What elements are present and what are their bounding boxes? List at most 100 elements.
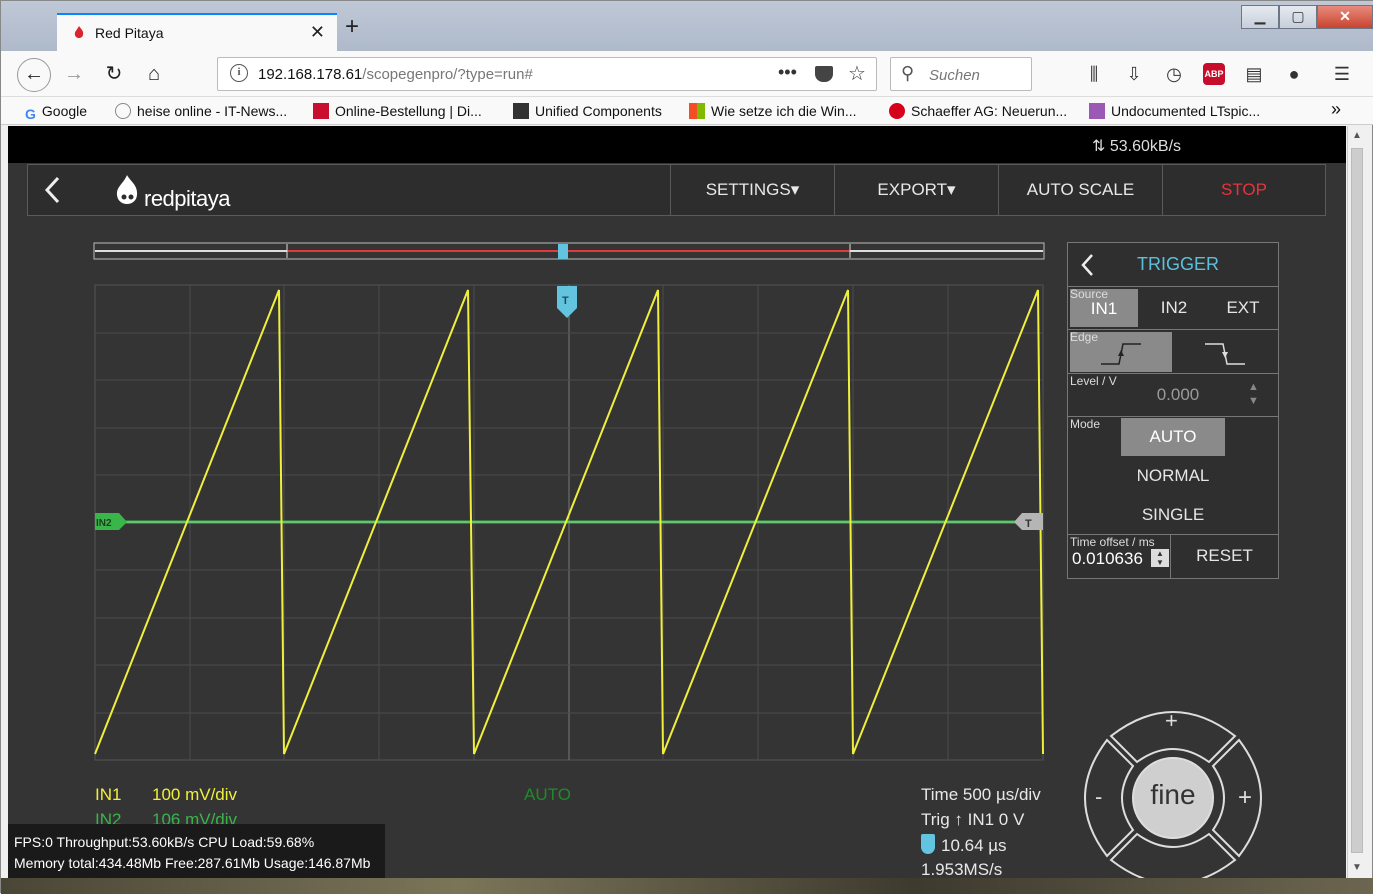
svg-text:IN2: IN2 [96,518,112,529]
tab-close-icon[interactable]: ✕ [310,22,325,43]
search-icon: ⚲ [901,63,915,83]
trigger-info: Trig ↑ IN1 0 V [921,810,1025,829]
trigger-back-icon[interactable] [1080,253,1096,277]
downloads-icon[interactable]: ⇩ [1123,63,1145,85]
bookmarks-overflow-icon[interactable]: » [1331,99,1341,120]
scrollbar-thumb[interactable] [1351,148,1363,853]
trigger-mode-row: Mode AUTO NORMAL SINGLE [1068,417,1278,535]
page-scrollbar[interactable]: ▲ ▼ [1347,126,1365,878]
time-offset-spinner-icon[interactable]: ▲ ▼ [1151,549,1169,567]
tab-bar: Red Pitaya ✕ + ▁ ▢ ✕ [1,1,1373,51]
joystick-up-icon: + [1165,708,1178,733]
edge-falling-button[interactable] [1174,332,1276,372]
adblock-icon[interactable]: ABP [1203,63,1225,85]
time-scale: Time 500 µs/div [921,785,1041,804]
home-icon[interactable]: ⌂ [139,60,169,90]
red-pitaya-page: ⇅ 53.60kB/s redpitaya SETTINGS▾ EXPORT▾ … [8,126,1346,878]
level-spinner-icon[interactable]: ▲ ▼ [1248,380,1259,408]
trigger-source-row: IN1 Source IN2 EXT [1068,287,1278,330]
maximize-icon[interactable]: ▢ [1279,5,1317,29]
page-actions-icon[interactable]: ••• [778,62,797,83]
joystick-right-button[interactable] [1211,738,1262,858]
trigger-time: 10.64 µs [921,834,1007,856]
bookmark-star-icon[interactable]: ☆ [848,61,866,86]
browser-window: Red Pitaya ✕ + ▁ ▢ ✕ ← → ↻ ⌂ i 192.168.1… [0,0,1373,894]
stats-line-2: Memory total:434.48Mb Free:287.61Mb Usag… [14,855,371,871]
joystick-left-button[interactable] [1084,738,1135,858]
site-info-icon[interactable]: i [230,64,248,82]
time-offset-input[interactable]: 0.010636 [1072,549,1143,569]
desktop-background-strip [1,878,1373,894]
reader-icon[interactable]: ▤ [1243,63,1265,85]
extension-icon[interactable]: ● [1283,63,1305,85]
bookmark-unified-components[interactable]: Unified Components [513,103,662,119]
level-input[interactable]: 0.000 [1128,385,1228,405]
forward-icon[interactable]: → [59,60,89,90]
bookmark-online-bestellung[interactable]: Online-Bestellung | Di... [313,103,482,119]
joystick-left-icon: - [1095,784,1103,809]
performance-stats: FPS:0 Throughput:53.60kB/s CPU Load:59.6… [8,824,385,878]
rising-edge-icon [1101,343,1141,365]
bookmark-windows[interactable]: Wie setze ich die Win... [689,103,857,119]
pocket-icon[interactable] [815,66,833,82]
mode-normal-button[interactable]: NORMAL [1121,457,1225,495]
edge-label: Edge [1070,330,1099,344]
minimize-icon[interactable]: ▁ [1241,5,1279,29]
in1-scale: 100 mV/div [152,785,238,804]
in1-label: IN1 [95,785,122,804]
tab-title: Red Pitaya [95,25,164,41]
new-tab-icon[interactable]: + [345,15,359,39]
source-ext-button[interactable]: EXT [1210,289,1276,327]
back-icon[interactable]: ← [17,58,51,92]
stop-button[interactable]: STOP [1162,165,1325,215]
buffer-position-bar[interactable] [93,242,1045,260]
search-input[interactable]: ⚲ Suchen [890,57,1032,91]
library-icon[interactable]: ⫼ [1083,63,1105,85]
acquisition-status: AUTO [524,785,571,804]
svg-text:T: T [562,295,569,307]
level-label: Level / V [1070,374,1117,388]
unified-components-icon [513,103,529,119]
sample-rate: 1.953MS/s [921,860,1003,878]
data-rate: ⇅ 53.60kB/s [1092,138,1182,155]
reset-button[interactable]: RESET [1170,535,1278,578]
mode-auto-button[interactable]: AUTO [1121,418,1225,456]
time-offset-label: Time offset / ms [1070,535,1155,549]
tab-red-pitaya[interactable]: Red Pitaya ✕ [57,13,337,51]
joystick-center-label: fine [1150,779,1196,810]
oscilloscope-display[interactable]: IN2 T T [8,126,1068,878]
windows-icon [689,103,705,119]
bookmarks-bar: G Google heise online - IT-News... Online… [1,97,1373,125]
red-pitaya-favicon-icon [74,26,84,38]
bookmark-google[interactable]: G Google [25,103,87,122]
mode-single-button[interactable]: SINGLE [1121,496,1225,534]
source-label: Source [1070,287,1109,301]
bookmark-heise[interactable]: heise online - IT-News... [115,103,287,119]
trigger-offset-row: Time offset / ms 0.010636 ▲ ▼ RESET [1068,535,1278,579]
reload-icon[interactable]: ↻ [99,60,129,90]
buffer-trigger-marker[interactable] [558,244,568,259]
ltspice-icon [1089,103,1105,119]
trigger-panel: TRIGGER IN1 Source IN2 EXT Edge Level / … [1067,242,1279,579]
mode-label: Mode [1070,417,1101,431]
url-text: 192.168.178.61/scopegenpro/?type=run# [258,66,533,83]
joystick-right-icon: + [1238,784,1253,811]
source-in2-button[interactable]: IN2 [1140,289,1208,327]
window-close-icon[interactable]: ✕ [1317,5,1373,29]
scroll-up-icon[interactable]: ▲ [1352,130,1362,141]
trigger-title: TRIGGER [1136,254,1219,274]
joystick-buttons: + - + fine [1081,706,1265,878]
url-bar[interactable]: i 192.168.178.61/scopegenpro/?type=run# … [217,57,877,91]
stats-line-1: FPS:0 Throughput:53.60kB/s CPU Load:59.6… [14,834,315,850]
bestellung-icon [313,103,329,119]
heise-icon [115,103,131,119]
menu-icon[interactable]: ☰ [1331,63,1353,85]
trigger-header: TRIGGER [1068,243,1278,287]
joystick-down-button[interactable] [1109,832,1237,878]
history-icon[interactable]: ◷ [1163,63,1185,85]
search-placeholder: Suchen [929,67,980,84]
bookmark-ltspice[interactable]: Undocumented LTspic... [1089,103,1260,119]
scroll-down-icon[interactable]: ▼ [1352,862,1362,873]
google-icon: G [25,106,36,122]
bookmark-schaeffer[interactable]: Schaeffer AG: Neuerun... [889,103,1067,119]
